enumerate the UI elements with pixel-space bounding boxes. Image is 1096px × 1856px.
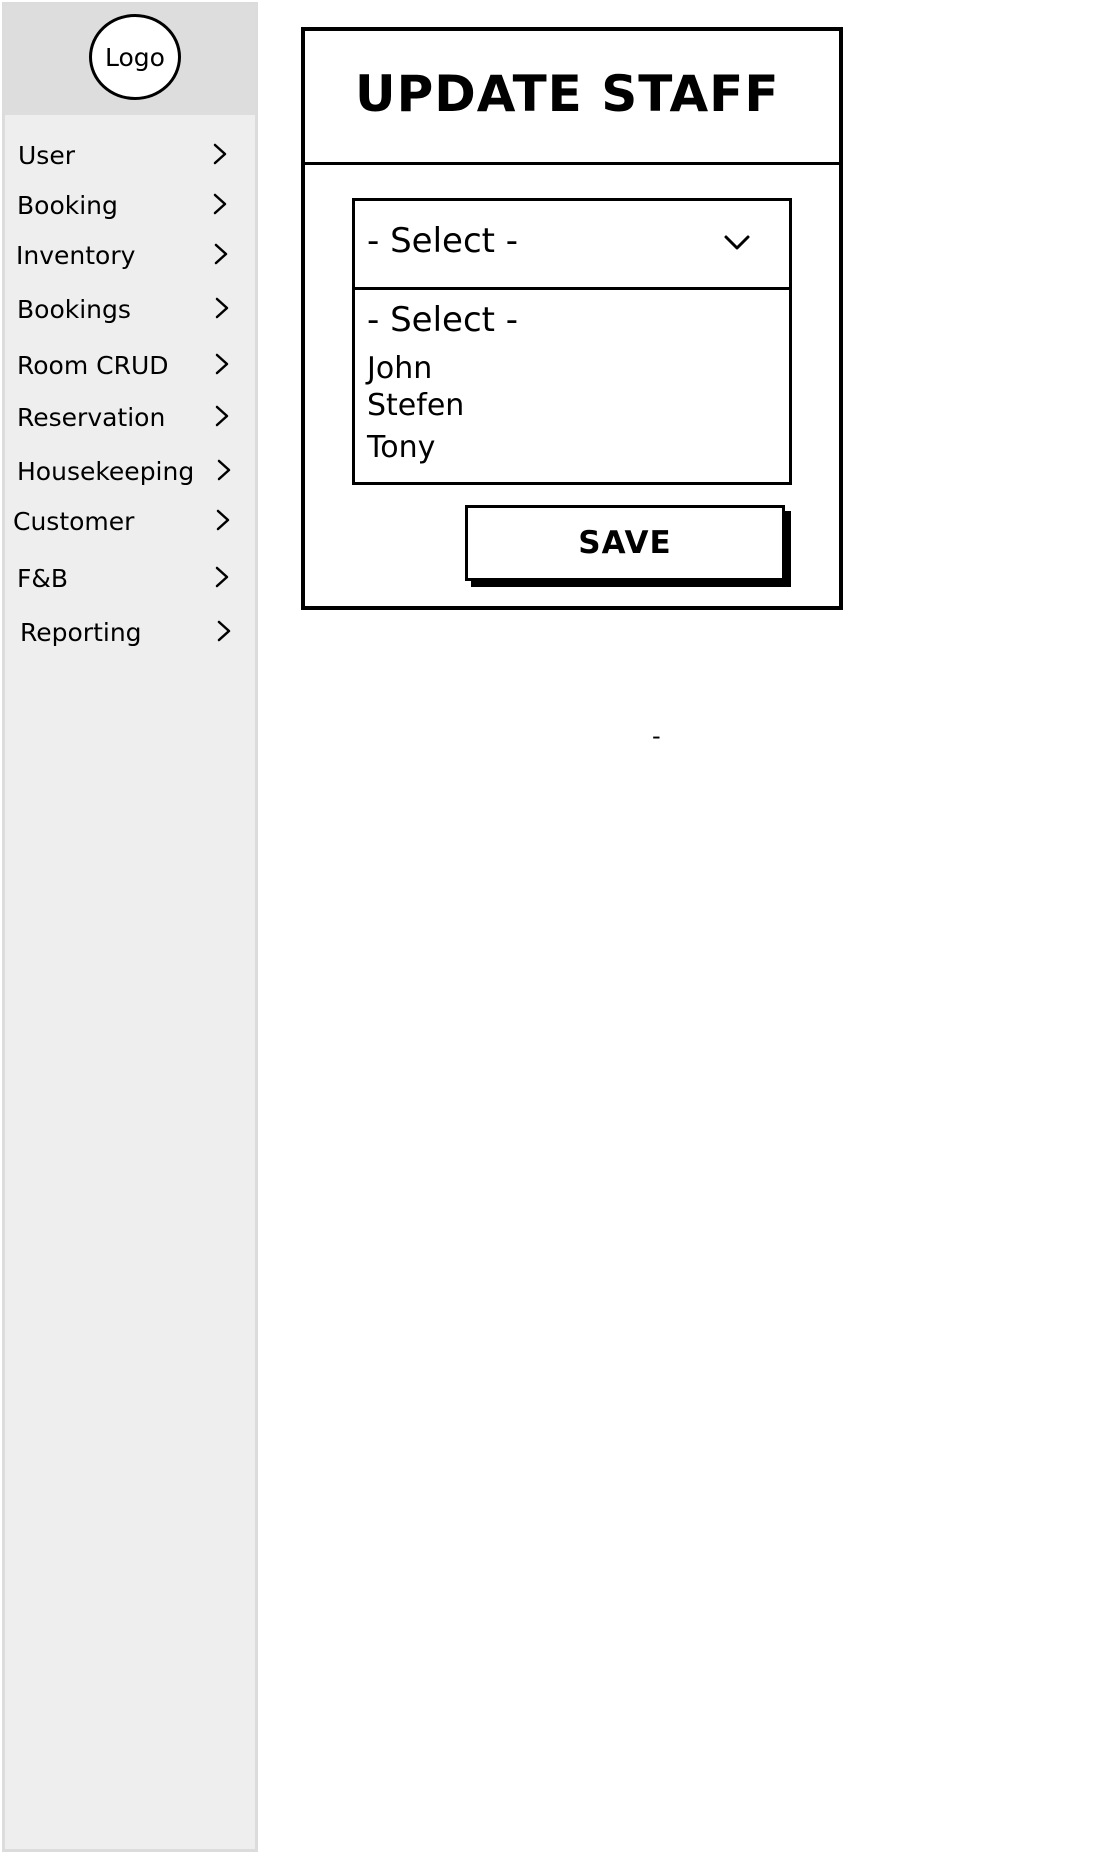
sidebar-header: Logo	[5, 5, 255, 115]
dropdown-option[interactable]: Tony	[367, 430, 435, 465]
dropdown-option[interactable]: Stefen	[367, 388, 464, 423]
logo: Logo	[89, 14, 181, 100]
sidebar-item-label: F&B	[17, 564, 69, 593]
sidebar-item-label: User	[18, 141, 75, 170]
sidebar-item-customer[interactable]: Customer	[5, 499, 255, 543]
select-value: - Select -	[367, 221, 519, 261]
staff-select[interactable]: - Select -	[352, 198, 792, 290]
chevron-right-icon	[213, 193, 227, 215]
sidebar-item-user[interactable]: User	[5, 133, 255, 177]
staff-dropdown-list: - Select - John Stefen Tony	[352, 287, 792, 485]
sidebar-item-label: Reporting	[20, 618, 142, 647]
sidebar-item-fnb[interactable]: F&B	[5, 556, 255, 600]
panel-divider	[305, 162, 839, 165]
sidebar-item-housekeeping[interactable]: Housekeeping	[5, 449, 255, 493]
sidebar-item-bookings[interactable]: Bookings	[5, 287, 255, 331]
sidebar-item-label: Room CRUD	[17, 351, 169, 380]
sidebar-item-label: Bookings	[17, 295, 131, 324]
chevron-right-icon	[215, 297, 229, 319]
sidebar: Logo User Booking Inventory Bookings Roo…	[2, 2, 258, 1852]
chevron-right-icon	[215, 566, 229, 588]
chevron-right-icon	[217, 459, 231, 481]
dropdown-option[interactable]: - Select -	[367, 300, 518, 340]
sidebar-item-reservation[interactable]: Reservation	[5, 395, 255, 439]
sidebar-item-label: Booking	[17, 191, 118, 220]
chevron-right-icon	[214, 243, 228, 265]
page: Logo User Booking Inventory Bookings Roo…	[0, 0, 1096, 1856]
sidebar-item-reporting[interactable]: Reporting	[5, 610, 255, 654]
stray-text: -	[652, 722, 661, 750]
chevron-right-icon	[215, 405, 229, 427]
chevron-right-icon	[217, 620, 231, 642]
sidebar-item-label: Reservation	[17, 403, 166, 432]
page-title: UPDATE STAFF	[355, 65, 780, 123]
sidebar-item-label: Customer	[13, 507, 135, 536]
sidebar-item-label: Inventory	[16, 241, 136, 270]
chevron-right-icon	[215, 353, 229, 375]
chevron-down-icon	[724, 235, 750, 250]
save-button[interactable]: SAVE	[465, 505, 785, 581]
chevron-right-icon	[213, 143, 227, 165]
sidebar-item-inventory[interactable]: Inventory	[5, 233, 255, 277]
chevron-right-icon	[216, 509, 230, 531]
sidebar-item-room-crud[interactable]: Room CRUD	[5, 343, 255, 387]
dropdown-option[interactable]: John	[367, 351, 432, 386]
sidebar-item-booking[interactable]: Booking	[5, 183, 255, 227]
sidebar-item-label: Housekeeping	[17, 457, 195, 486]
